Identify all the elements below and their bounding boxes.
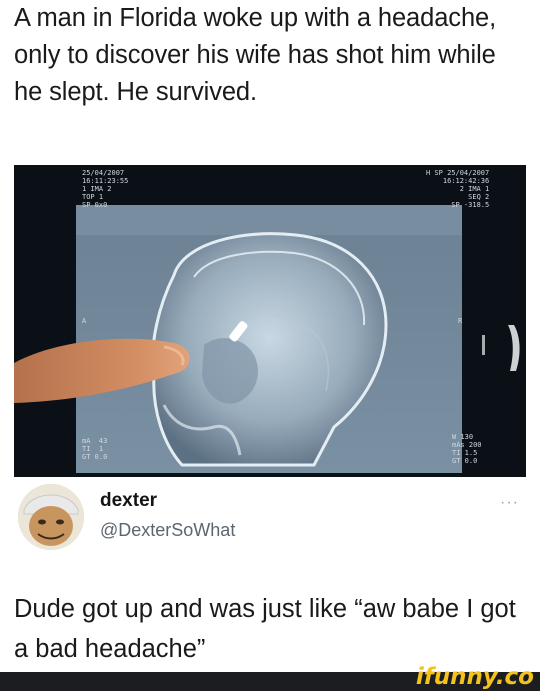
xray-marker-left: A: [82, 317, 87, 325]
xray-overlay-top-right: H SP 25/04/2007 16:12:42:36 2 IMA 1 SEQ …: [426, 169, 490, 209]
tweet-text: Dude got up and was just like “aw babe I…: [14, 595, 516, 663]
more-options-icon[interactable]: ···: [500, 494, 519, 512]
xray-overlay-top-left: 25/04/2007 16:11:23:55 1 IMA 2 TOP 1 SP …: [82, 169, 129, 209]
xray-marker-right: R: [458, 317, 463, 325]
display-name[interactable]: dexter: [100, 490, 157, 512]
xray-overlay-bottom-right: W 130 mAs 200 TI 1.5 GT 0.0: [452, 433, 482, 465]
tweet-card: dexter @DexterSoWhat ··· Dude got up and…: [0, 477, 540, 691]
xray-scan-graphic: [14, 165, 526, 477]
post-headline: A man in Florida woke up with a headache…: [14, 4, 497, 106]
xray-image: 25/04/2007 16:11:23:55 1 IMA 2 TOP 1 SP …: [14, 165, 526, 477]
user-handle[interactable]: @DexterSoWhat: [100, 520, 235, 541]
avatar[interactable]: [18, 484, 84, 550]
ifunny-watermark: ifunny.co: [415, 664, 534, 690]
xray-overlay-bottom-left: mA 43 TI 1 GT 0.0: [82, 437, 108, 461]
avatar-face-icon: [18, 484, 84, 550]
